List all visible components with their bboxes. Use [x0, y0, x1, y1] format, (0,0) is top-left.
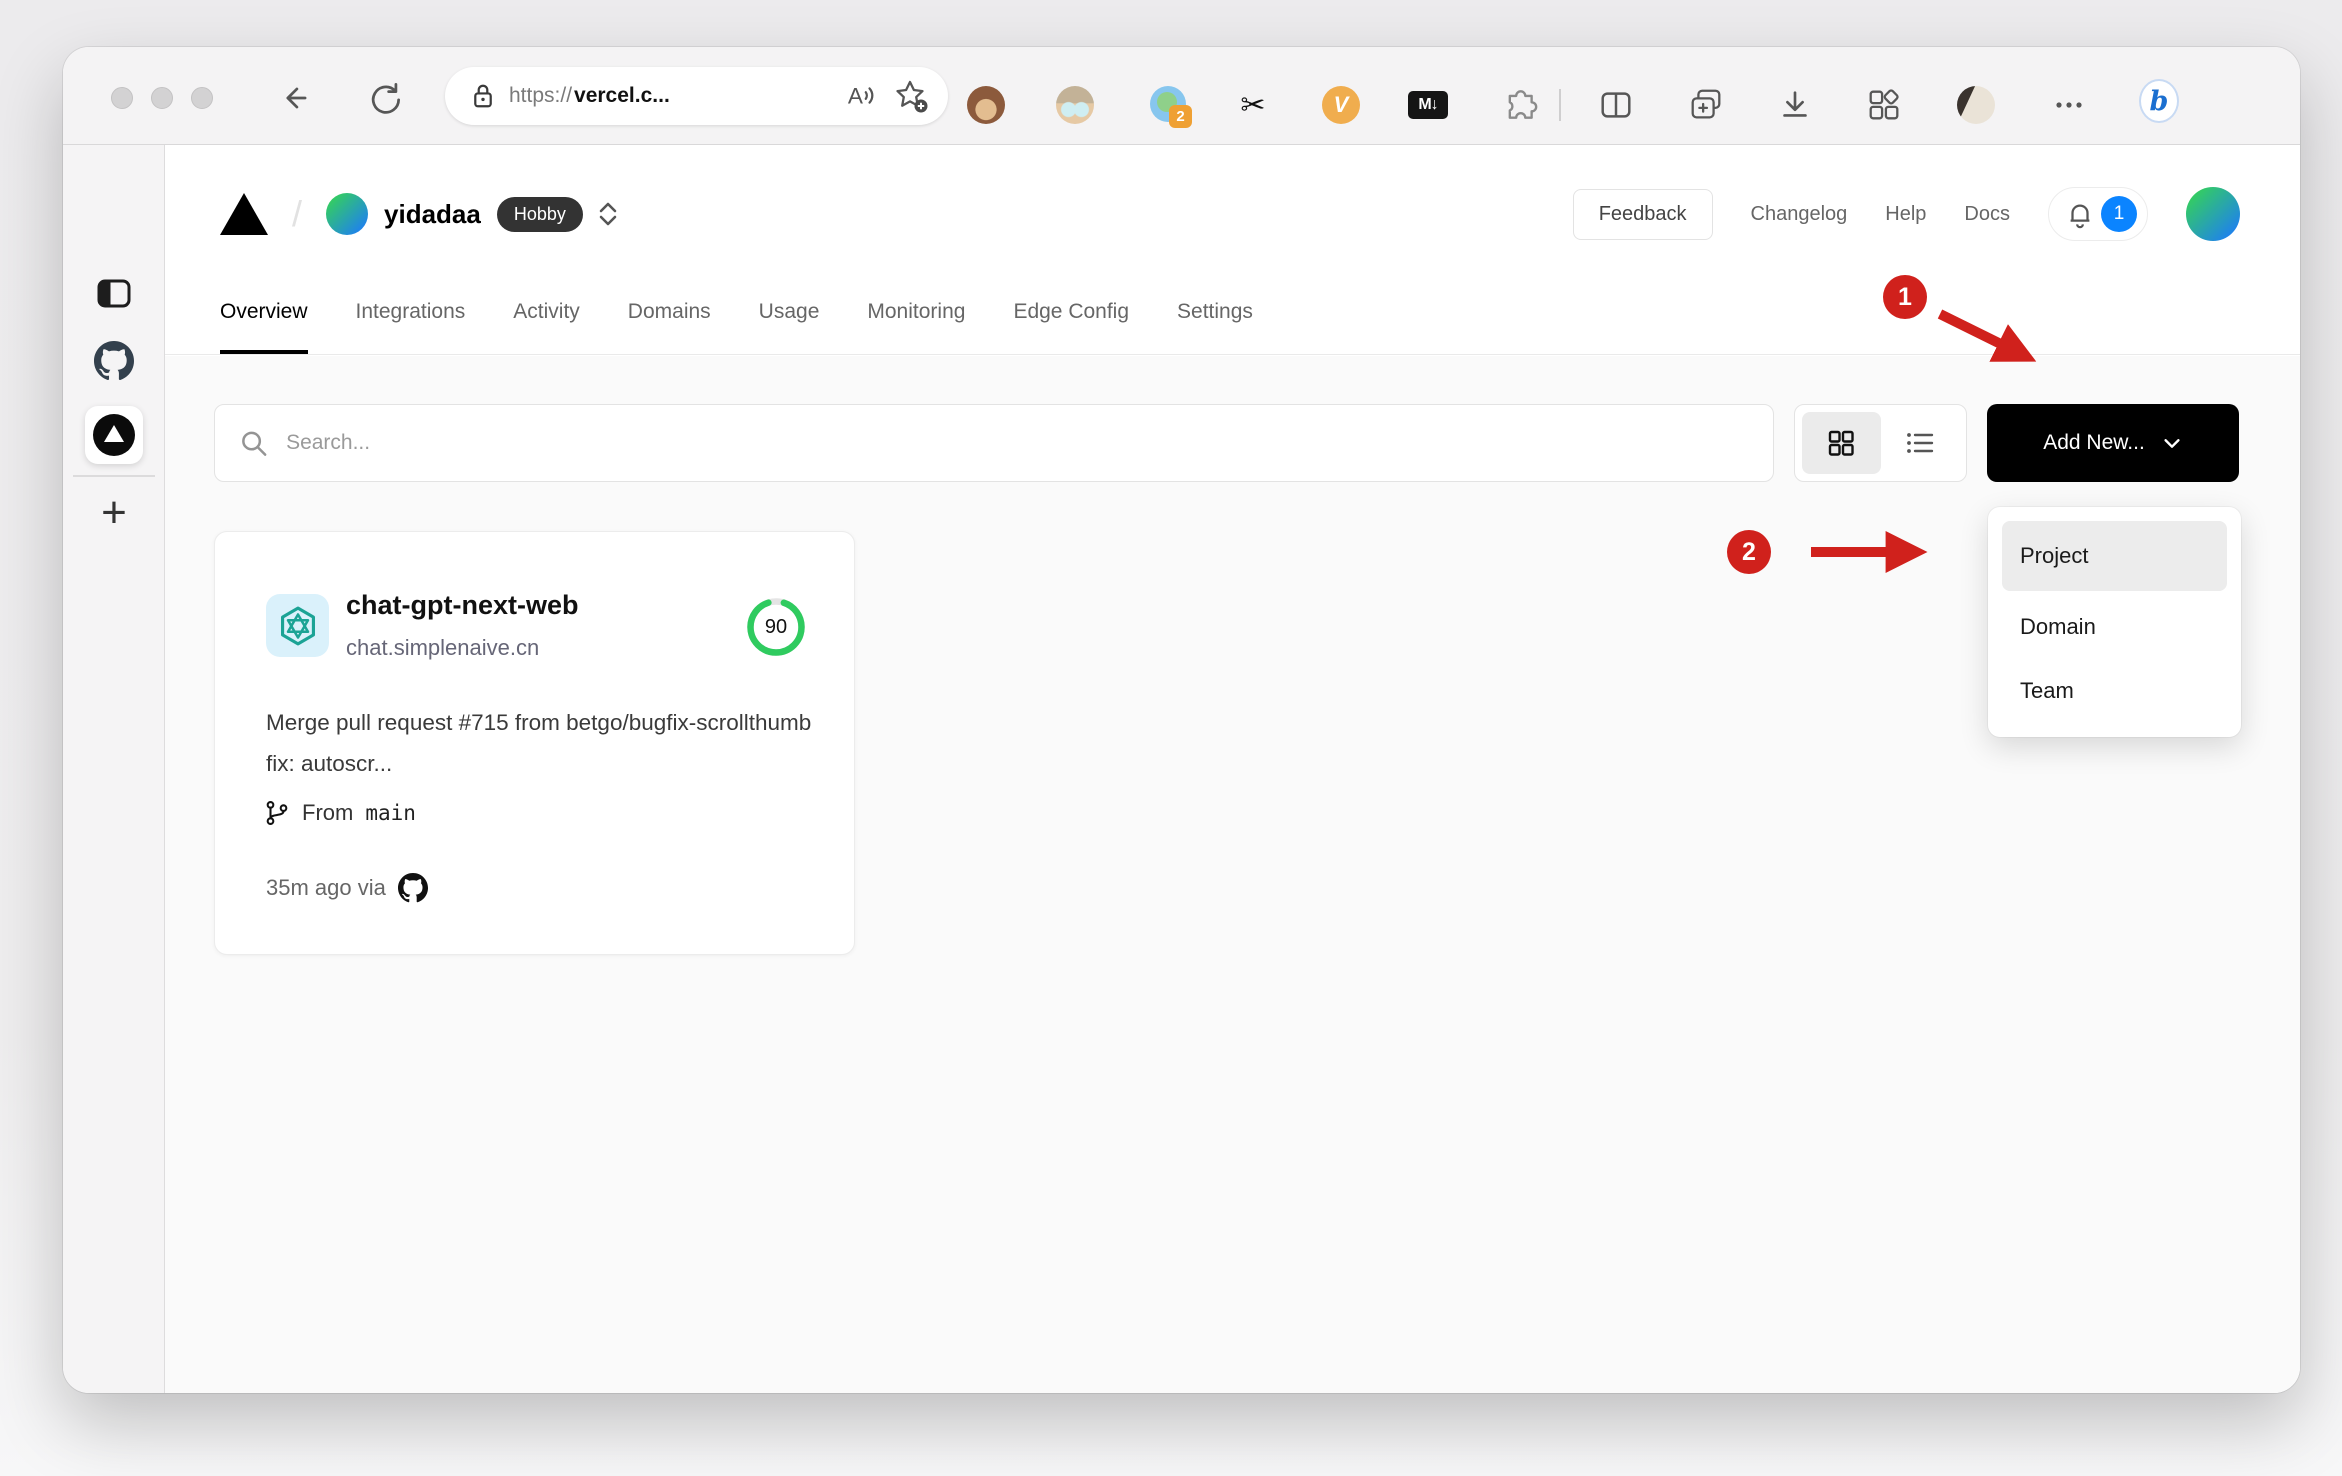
tab-usage[interactable]: Usage: [759, 300, 820, 354]
browser-toolbar: https:// vercel.c... A 2 ✂ V M↓ b: [63, 47, 2300, 145]
window-controls: [111, 87, 213, 109]
deploy-meta: 35m ago via: [266, 875, 386, 900]
project-name: chat-gpt-next-web: [346, 590, 579, 620]
markdown-extension-icon[interactable]: M↓: [1408, 85, 1448, 125]
tab-integrations[interactable]: Integrations: [356, 300, 466, 354]
project-favicon: [266, 594, 329, 657]
browser-window: https:// vercel.c... A 2 ✂ V M↓ b + / yi…: [63, 47, 2300, 1393]
tab-monitoring[interactable]: Monitoring: [867, 300, 965, 354]
reload-button[interactable]: [363, 76, 407, 120]
apps-launcher-icon[interactable]: [1864, 85, 1904, 125]
v-extension-icon[interactable]: V: [1321, 85, 1361, 125]
tab-overview[interactable]: Overview: [220, 300, 308, 354]
annotation-step-1: 1: [1883, 275, 1927, 319]
add-new-dropdown: Project Domain Team: [1988, 507, 2241, 737]
extension-badge: 2: [1169, 105, 1192, 128]
tab-edge-config[interactable]: Edge Config: [1013, 300, 1129, 354]
extensions-puzzle-icon[interactable]: [1498, 85, 1538, 125]
read-aloud-icon[interactable]: A: [846, 80, 878, 112]
address-bar[interactable]: https:// vercel.c... A: [445, 67, 948, 125]
chevron-down-icon: [2164, 439, 2180, 448]
favorites-star-icon[interactable]: [894, 79, 928, 113]
vercel-logo[interactable]: [220, 193, 268, 235]
bell-icon: [2070, 204, 2090, 229]
scissors-extension-icon[interactable]: ✂: [1233, 85, 1273, 125]
sidebar-divider: [73, 475, 155, 477]
user-avatar[interactable]: [2186, 187, 2240, 241]
minimize-window-button[interactable]: [151, 87, 173, 109]
sidebar-panel-icon[interactable]: [94, 273, 134, 313]
search-icon: [242, 431, 267, 456]
tampermonkey-extension-icon[interactable]: [966, 85, 1006, 125]
team-name: yidadaa: [384, 198, 481, 229]
plan-badge: Hobby: [496, 196, 583, 232]
search-input[interactable]: [286, 431, 1749, 455]
menu-item-domain[interactable]: Domain: [2002, 595, 2227, 659]
list-view-icon: [1906, 433, 1933, 453]
menu-item-team[interactable]: Team: [2002, 659, 2227, 723]
add-new-button[interactable]: Add New...: [1987, 404, 2239, 482]
tab-github-icon[interactable]: [94, 341, 134, 381]
openai-logo-icon: [280, 606, 315, 645]
help-link[interactable]: Help: [1885, 203, 1926, 226]
back-button[interactable]: [274, 76, 318, 120]
tab-settings[interactable]: Settings: [1177, 300, 1253, 354]
feedback-button[interactable]: Feedback: [1572, 188, 1713, 240]
list-view-button[interactable]: [1881, 412, 1960, 474]
vercel-dashboard: / yidadaa Hobby Feedback Changelog Help …: [165, 145, 2300, 1393]
changelog-link[interactable]: Changelog: [1751, 203, 1848, 226]
dashboard-content: Add New... Project Domain Team c: [165, 356, 2300, 1393]
close-window-button[interactable]: [111, 87, 133, 109]
tab-domains[interactable]: Domains: [628, 300, 711, 354]
tab-vercel-active[interactable]: [85, 406, 143, 464]
more-menu-icon[interactable]: [2049, 85, 2089, 125]
git-branch-icon: [266, 801, 288, 825]
project-domain[interactable]: chat.simplenaive.cn: [346, 635, 539, 661]
svg-text:A: A: [848, 84, 864, 109]
bing-chat-icon[interactable]: b: [2139, 79, 2179, 123]
avatar-extension-icon[interactable]: [1055, 85, 1095, 125]
project-search: [214, 404, 1774, 482]
downloads-icon[interactable]: [1775, 85, 1815, 125]
team-switcher-icon[interactable]: [597, 200, 619, 228]
new-tab-button[interactable]: +: [94, 488, 134, 537]
grid-view-button[interactable]: [1802, 412, 1881, 474]
browser-profile-avatar[interactable]: [1956, 85, 1996, 125]
annotation-step-2: 2: [1727, 530, 1771, 574]
tab-activity[interactable]: Activity: [513, 300, 580, 354]
url-host: vercel.c...: [574, 84, 670, 107]
menu-item-project[interactable]: Project: [2002, 521, 2227, 591]
docs-link[interactable]: Docs: [1964, 203, 2010, 226]
team-avatar[interactable]: [326, 193, 369, 235]
view-toggle: [1794, 404, 1967, 482]
project-card[interactable]: chat-gpt-next-web chat.simplenaive.cn 90…: [214, 531, 855, 955]
branch-name: main: [365, 801, 416, 825]
notifications-button[interactable]: 1: [2048, 187, 2148, 241]
dashboard-header: / yidadaa Hobby Feedback Changelog Help …: [165, 145, 2300, 355]
score-value: 90: [764, 615, 788, 638]
github-icon: [397, 873, 428, 903]
toolbar-divider: [1559, 89, 1561, 121]
vertical-tabs-sidebar: +: [63, 145, 165, 1393]
split-screen-icon[interactable]: [1596, 85, 1636, 125]
branch-prefix: From: [302, 800, 354, 825]
grid-view-icon: [1829, 430, 1854, 456]
badged-extension-icon[interactable]: 2: [1149, 85, 1192, 128]
lock-icon: [474, 84, 492, 108]
breadcrumb-slash: /: [292, 193, 303, 234]
commit-message: Merge pull request #715 from betgo/bugfi…: [266, 710, 812, 776]
dashboard-nav: Overview Integrations Activity Domains U…: [220, 300, 2300, 354]
notification-count-badge: 1: [2101, 196, 2137, 232]
zoom-window-button[interactable]: [191, 87, 213, 109]
url-scheme: https://: [509, 84, 573, 107]
collections-icon[interactable]: [1686, 85, 1726, 125]
vercel-favicon: [93, 414, 135, 456]
